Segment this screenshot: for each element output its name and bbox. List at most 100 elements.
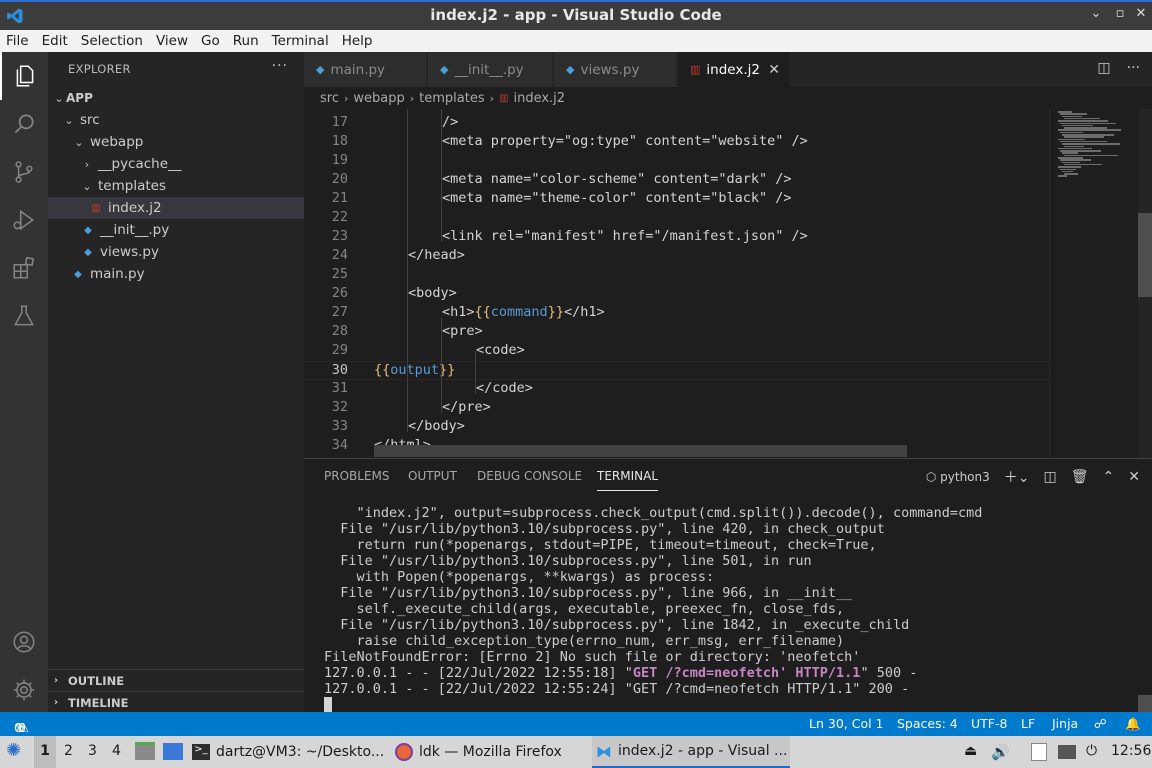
workspace-2[interactable]: 2 bbox=[64, 743, 73, 759]
notifications-icon[interactable]: 🔔 bbox=[1125, 716, 1141, 732]
encoding-status[interactable]: UTF-8 bbox=[971, 716, 1007, 731]
terminal-shell-selector[interactable]: ⬡ python3 bbox=[926, 470, 990, 484]
extensions-activity[interactable] bbox=[0, 244, 48, 292]
maximize-icon[interactable]: ▫ bbox=[1110, 6, 1130, 21]
indentation-status[interactable]: Spaces: 4 bbox=[897, 716, 958, 731]
tab-terminal[interactable]: TERMINAL bbox=[597, 469, 659, 491]
menu-edit[interactable]: Edit bbox=[42, 33, 68, 49]
menu-file[interactable]: File bbox=[6, 33, 29, 49]
language-mode[interactable]: Jinja bbox=[1052, 716, 1078, 731]
workspace-1[interactable]: 1 bbox=[34, 736, 56, 768]
tab-problems[interactable]: PROBLEMS bbox=[324, 469, 390, 491]
code-line[interactable]: 19 bbox=[304, 152, 1049, 171]
code-line[interactable]: 17 /> bbox=[304, 114, 1049, 133]
code-line[interactable]: 30 {{output}} bbox=[304, 361, 1049, 380]
manage-activity[interactable] bbox=[0, 666, 48, 714]
code-line[interactable]: 25 bbox=[304, 266, 1049, 285]
code-line[interactable]: 29 <code> bbox=[304, 342, 1049, 361]
more-actions-icon[interactable]: ··· bbox=[1127, 60, 1140, 76]
tree-item-src[interactable]: ⌄ src bbox=[48, 109, 304, 131]
close-tab-icon[interactable]: ✕ bbox=[768, 62, 780, 78]
explorer-activity[interactable] bbox=[0, 52, 48, 100]
tree-item-main-py[interactable]: ◆ main.py bbox=[48, 263, 304, 285]
tab-main-py[interactable]: ◆ main.py bbox=[304, 52, 427, 87]
python-file-icon: ◆ bbox=[84, 224, 92, 236]
code-editor[interactable]: 17 /> 18 <meta property="og:type" content="… bbox=[304, 109, 1152, 458]
new-terminal-icon[interactable]: ＋⌄ bbox=[1004, 467, 1030, 487]
breadcrumb-src[interactable]: src bbox=[320, 91, 339, 106]
close-window-icon[interactable]: ✕ bbox=[1131, 6, 1151, 21]
menu-help[interactable]: Help bbox=[342, 33, 373, 49]
feedback-icon[interactable]: ☍ bbox=[1094, 716, 1107, 731]
clipboard-icon[interactable] bbox=[1031, 743, 1047, 761]
code-line[interactable]: 18 <meta property="og:type" content="webs… bbox=[304, 133, 1049, 152]
menu-terminal[interactable]: Terminal bbox=[272, 33, 329, 49]
breadcrumb-webapp[interactable]: webapp bbox=[353, 91, 404, 106]
tree-root-app[interactable]: ⌄ APP bbox=[48, 87, 304, 109]
tree-item-init-py[interactable]: ◆ __init__.py bbox=[48, 219, 304, 241]
tree-item-views-py[interactable]: ◆ views.py bbox=[48, 241, 304, 263]
tab-init-py[interactable]: ◆ __init__.py bbox=[428, 52, 553, 87]
timeline-section[interactable]: › TIMELINE bbox=[48, 691, 304, 713]
file-manager-icon[interactable] bbox=[135, 742, 155, 760]
breadcrumb-file[interactable]: index.j2 bbox=[513, 91, 565, 106]
show-desktop-icon[interactable] bbox=[163, 743, 183, 760]
code-line[interactable]: 32 </pre> bbox=[304, 399, 1049, 418]
minimap[interactable] bbox=[1049, 109, 1139, 458]
tree-item-templates[interactable]: ⌄ templates bbox=[48, 175, 304, 197]
editor-vertical-scrollbar[interactable] bbox=[1138, 109, 1152, 458]
network-icon[interactable] bbox=[1058, 745, 1076, 759]
menu-selection[interactable]: Selection bbox=[81, 33, 143, 49]
code-line[interactable]: 21 <meta name="theme-color" content="blac… bbox=[304, 190, 1049, 209]
code-line[interactable]: 23 <link rel="manifest" href="/manifest.j… bbox=[304, 228, 1049, 247]
cursor-position[interactable]: Ln 30, Col 1 bbox=[809, 716, 884, 731]
tree-item-pycache[interactable]: › __pycache__ bbox=[48, 153, 304, 175]
split-terminal-icon[interactable]: ◫ bbox=[1044, 469, 1057, 485]
menu-view[interactable]: View bbox=[156, 33, 188, 49]
workspace-4[interactable]: 4 bbox=[112, 743, 121, 759]
code-line[interactable]: 27 <h1>{{command}}</h1> bbox=[304, 304, 1049, 323]
code-line[interactable]: 33 </body> bbox=[304, 418, 1049, 437]
terminal-output[interactable]: "index.j2", output=subprocess.check_outp… bbox=[324, 505, 982, 713]
source-control-activity[interactable] bbox=[0, 148, 48, 196]
testing-activity[interactable] bbox=[0, 292, 48, 340]
close-panel-icon[interactable]: ✕ bbox=[1128, 469, 1140, 485]
tab-index-j2[interactable]: ▥ index.j2 ✕ bbox=[678, 52, 791, 87]
workspace-3[interactable]: 3 bbox=[88, 743, 97, 759]
code-line[interactable]: 28 <pre> bbox=[304, 323, 1049, 342]
trash-icon[interactable]: 🗑 bbox=[1071, 469, 1089, 485]
code-line[interactable]: 20 <meta name="color-scheme" content="dar… bbox=[304, 171, 1049, 190]
maximize-panel-icon[interactable]: ⌃ bbox=[1103, 469, 1115, 485]
terminal-scrollbar[interactable] bbox=[1138, 695, 1152, 713]
scrollbar-thumb[interactable] bbox=[1138, 213, 1152, 297]
tab-views-py[interactable]: ◆ views.py bbox=[554, 52, 677, 87]
eject-icon[interactable]: ⏏ bbox=[964, 743, 977, 759]
menu-run[interactable]: Run bbox=[233, 33, 259, 49]
split-editor-icon[interactable]: ◫ bbox=[1097, 60, 1110, 76]
code-line[interactable]: 22 bbox=[304, 209, 1049, 228]
problems-status[interactable]: ⊗ 0 ⚠ 0 bbox=[14, 716, 29, 735]
outline-section[interactable]: › OUTLINE bbox=[48, 669, 304, 691]
code-line[interactable]: 31 </code> bbox=[304, 380, 1049, 399]
menu-go[interactable]: Go bbox=[201, 33, 220, 49]
volume-icon[interactable]: 🔊 bbox=[991, 743, 1010, 761]
search-activity[interactable] bbox=[0, 100, 48, 148]
eol-status[interactable]: LF bbox=[1021, 716, 1035, 731]
more-actions-icon[interactable]: ··· bbox=[272, 58, 288, 74]
taskbar-app-vscode[interactable]: ⧓ index.j2 - app - Visual ... bbox=[592, 736, 790, 768]
breadcrumb-templates[interactable]: templates bbox=[419, 91, 484, 106]
tab-debug-console[interactable]: DEBUG CONSOLE bbox=[477, 469, 582, 491]
editor-horizontal-scrollbar[interactable] bbox=[374, 445, 907, 457]
code-line[interactable]: 24 </head> bbox=[304, 247, 1049, 266]
taskbar-app-firefox[interactable]: ldk — Mozilla Firefox bbox=[395, 736, 587, 768]
code-line[interactable]: 26 <body> bbox=[304, 285, 1049, 304]
tree-item-webapp[interactable]: ⌄ webapp bbox=[48, 131, 304, 153]
tree-item-index-j2[interactable]: ▥ index.j2 bbox=[48, 197, 304, 219]
accounts-activity[interactable] bbox=[0, 618, 48, 666]
run-debug-activity[interactable] bbox=[0, 196, 48, 244]
power-icon[interactable]: ⏻ bbox=[1086, 743, 1097, 759]
start-menu-icon[interactable]: ✺ bbox=[6, 740, 21, 761]
minimize-icon[interactable]: ⌄ bbox=[1086, 6, 1106, 21]
taskbar-app-terminal[interactable]: >_ dartz@VM3: ~/Deskto... bbox=[192, 736, 388, 768]
tab-output[interactable]: OUTPUT bbox=[408, 469, 457, 491]
